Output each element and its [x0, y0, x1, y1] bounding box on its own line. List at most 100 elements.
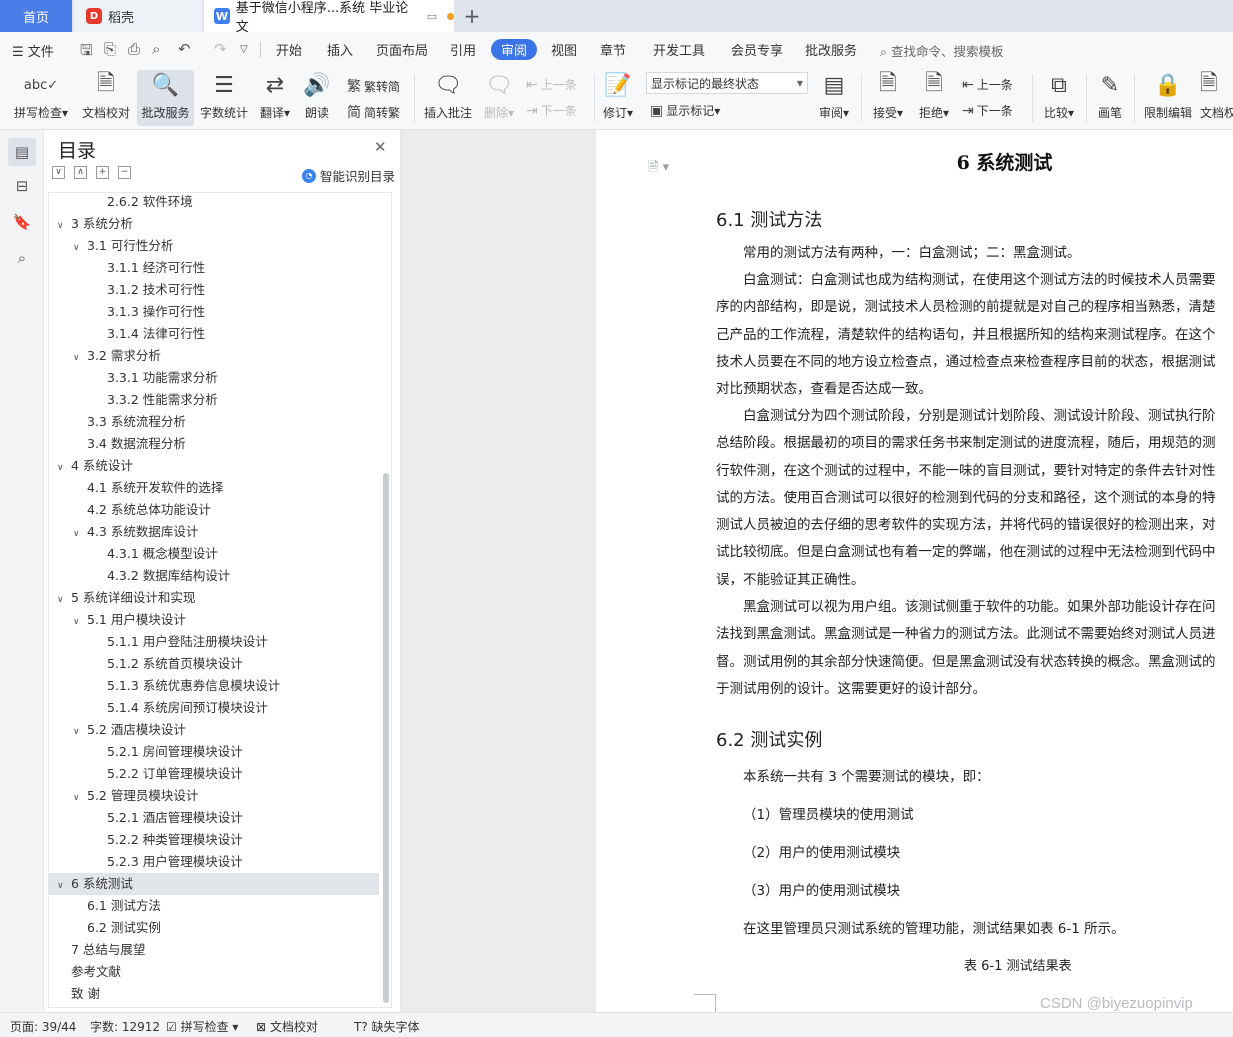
status-proofread[interactable]: ⊠ 文档校对 — [256, 1018, 318, 1035]
toc-item[interactable]: 5.2.3 用户管理模块设计 — [49, 851, 379, 873]
toc-item[interactable]: 5.1.4 系统房间预订模块设计 — [49, 697, 379, 719]
chevron-down-icon[interactable]: ∨ — [57, 589, 71, 611]
chevron-down-icon[interactable]: ∨ — [57, 875, 71, 897]
restrict-edit-button[interactable]: 🔒 限制编辑 — [1141, 70, 1195, 126]
toc-item[interactable]: 致 谢 — [49, 983, 379, 1005]
toc-item[interactable]: 6.2 测试实例 — [49, 917, 379, 939]
chapter-view-icon[interactable]: ⊟ — [8, 172, 36, 200]
toc-item[interactable]: ∨ 5.2 酒店模块设计 — [49, 719, 379, 741]
bookmark-icon[interactable]: 🔖 — [8, 208, 36, 236]
toc-item[interactable]: 3.1.2 技术可行性 — [49, 279, 379, 301]
tab-home[interactable]: 首页 — [0, 0, 72, 32]
toc-item[interactable]: 3.3 系统流程分析 — [49, 411, 379, 433]
menu-tab-layout[interactable]: 页面布局 — [376, 40, 428, 59]
toc-item[interactable]: ∨ 4.3 系统数据库设计 — [49, 521, 379, 543]
toc-item[interactable]: ∨ 3 系统分析 — [49, 213, 379, 235]
proofread-button[interactable]: 🗎 文档校对 — [80, 70, 132, 126]
toc-item[interactable]: 2.6.2 软件环境 — [49, 193, 379, 213]
pen-button[interactable]: ✎ 画笔 — [1094, 70, 1126, 126]
menu-tab-start[interactable]: 开始 — [276, 40, 302, 59]
toc-item[interactable]: ∨ 5 系统详细设计和实现 — [49, 587, 379, 609]
smart-toc-button[interactable]: ◔ 智能识别目录 — [302, 166, 395, 185]
tab-daoke[interactable]: D 稻壳 — [74, 0, 202, 32]
compare-button[interactable]: ⧉ 比较▾ — [1040, 70, 1078, 126]
insert-comment-button[interactable]: 🗨 插入批注 — [421, 70, 475, 126]
toc-item[interactable]: 4.1 系统开发软件的选择 — [49, 477, 379, 499]
chevron-down-icon[interactable]: ∨ — [73, 523, 87, 545]
collapse-all-icon[interactable]: ∨ — [52, 166, 65, 179]
status-spell-check[interactable]: ☑ 拼写检查 ▾ — [166, 1018, 238, 1035]
reject-button[interactable]: 🗎 拒绝▾ — [915, 70, 953, 126]
page-indicator[interactable]: 页面: 39/44 — [10, 1018, 76, 1035]
redo-icon[interactable]: ↷ — [214, 40, 227, 58]
next-comment-button[interactable]: ⇥ 下一条 — [526, 102, 577, 119]
markup-state-select[interactable]: 显示标记的最终状态 ▼ — [646, 72, 808, 94]
toc-item[interactable]: ∨ 5.1 用户模块设计 — [49, 609, 379, 631]
track-changes-button[interactable]: 📝 修订▾ — [600, 70, 636, 126]
chevron-down-icon[interactable]: ∨ — [57, 215, 71, 237]
toc-item[interactable]: 参考文献 — [49, 961, 379, 983]
quick-more-icon[interactable]: ▽ — [240, 44, 248, 55]
next-change-button[interactable]: ⇥ 下一条 — [962, 102, 1013, 119]
word-count-button[interactable]: ☰ 字数统计 — [198, 70, 250, 126]
toc-item[interactable]: 3.3.2 性能需求分析 — [49, 389, 379, 411]
toc-item[interactable]: 5.1.1 用户登陆注册模块设计 — [49, 631, 379, 653]
spell-check-button[interactable]: abc✓ 拼写检查▾ — [10, 70, 72, 126]
prev-comment-button[interactable]: ⇤ 上一条 — [526, 76, 577, 93]
export-icon[interactable]: ⎘ — [104, 40, 116, 58]
save-icon[interactable]: 🖫 — [80, 40, 93, 65]
menu-tab-insert[interactable]: 插入 — [327, 40, 353, 59]
show-markup-button[interactable]: ▣ 显示标记 ▾ — [650, 102, 720, 119]
toc-item[interactable]: 6.1 测试方法 — [49, 895, 379, 917]
toc-item[interactable]: 5.2.2 种类管理模块设计 — [49, 829, 379, 851]
chevron-down-icon[interactable]: ∨ — [73, 347, 87, 369]
review-pane-button[interactable]: ▤ 审阅▾ — [815, 70, 853, 126]
toc-item[interactable]: 5.1.3 系统优惠券信息模块设计 — [49, 675, 379, 697]
translate-button[interactable]: ⇄ 翻译▾ — [256, 70, 294, 126]
read-aloud-button[interactable]: 🔊 朗读 — [300, 70, 334, 126]
new-tab-button[interactable]: + — [460, 0, 484, 32]
toc-item[interactable]: 7 总结与展望 — [49, 939, 379, 961]
menu-tab-chapter[interactable]: 章节 — [600, 40, 626, 59]
toc-item[interactable]: 3.3.1 功能需求分析 — [49, 367, 379, 389]
toc-item[interactable]: ∨ 3.2 需求分析 — [49, 345, 379, 367]
menu-tab-correct[interactable]: 批改服务 — [805, 40, 857, 59]
toc-item[interactable]: 4.3.2 数据库结构设计 — [49, 565, 379, 587]
document-page[interactable]: 🗎 ▾ 6 系统测试 6.1 测试方法 常用的测试方法有两种，一：白盒测试；二：… — [596, 130, 1233, 1012]
doc-permission-button[interactable]: 🗎 文档权 — [1200, 70, 1233, 126]
close-icon[interactable]: ✕ — [374, 138, 387, 156]
menu-tab-review[interactable]: 审阅 — [491, 39, 538, 60]
toc-item[interactable]: ∨ 6 系统测试 — [49, 873, 379, 895]
toc-scrollbar[interactable] — [383, 473, 389, 1003]
menu-tab-developer[interactable]: 开发工具 — [653, 40, 705, 59]
screen-icon[interactable]: ▭ — [427, 10, 437, 23]
toc-item[interactable]: 3.1.1 经济可行性 — [49, 257, 379, 279]
correction-service-button[interactable]: 🔍 批改服务 — [137, 70, 194, 126]
toc-item[interactable]: 3.1.4 法律可行性 — [49, 323, 379, 345]
chevron-down-icon[interactable]: ∨ — [73, 237, 87, 259]
chevron-down-icon[interactable]: ∨ — [57, 457, 71, 479]
toc-item[interactable]: 3.4 数据流程分析 — [49, 433, 379, 455]
toc-item[interactable]: 4.3.1 概念模型设计 — [49, 543, 379, 565]
simp-to-trad-button[interactable]: 简简转繁 — [347, 102, 400, 122]
chevron-down-icon[interactable]: ∨ — [73, 721, 87, 743]
print-icon[interactable]: ⎙ — [128, 40, 140, 58]
expand-all-icon[interactable]: ∧ — [74, 166, 87, 179]
menu-tab-reference[interactable]: 引用 — [450, 40, 476, 59]
status-missing-font[interactable]: T? 缺失字体 — [354, 1018, 420, 1035]
chevron-down-icon[interactable]: ∨ — [73, 787, 87, 809]
toc-item[interactable]: ∨ 5.2 管理员模块设计 — [49, 785, 379, 807]
toc-item[interactable]: 3.1.3 操作可行性 — [49, 301, 379, 323]
accept-button[interactable]: 🗎 接受▾ — [869, 70, 907, 126]
tab-document[interactable]: W 基于微信小程序...系统 毕业论文 ▭ — [204, 0, 455, 35]
remove-heading-icon[interactable]: − — [118, 166, 131, 179]
toc-item[interactable]: 5.2.1 酒店管理模块设计 — [49, 807, 379, 829]
search-icon[interactable]: ⌕ — [8, 244, 36, 272]
command-search[interactable]: ⌕ 查找命令、搜索模板 — [880, 41, 1004, 60]
file-menu[interactable]: ☰ 文件 — [12, 41, 54, 60]
add-heading-icon[interactable]: + — [96, 166, 109, 179]
delete-comment-button[interactable]: 🗨 删除▾ — [481, 70, 517, 126]
toc-item[interactable]: ∨ 3.1 可行性分析 — [49, 235, 379, 257]
toc-item[interactable]: ∨ 4 系统设计 — [49, 455, 379, 477]
toc-item[interactable]: 5.1.2 系统首页模块设计 — [49, 653, 379, 675]
